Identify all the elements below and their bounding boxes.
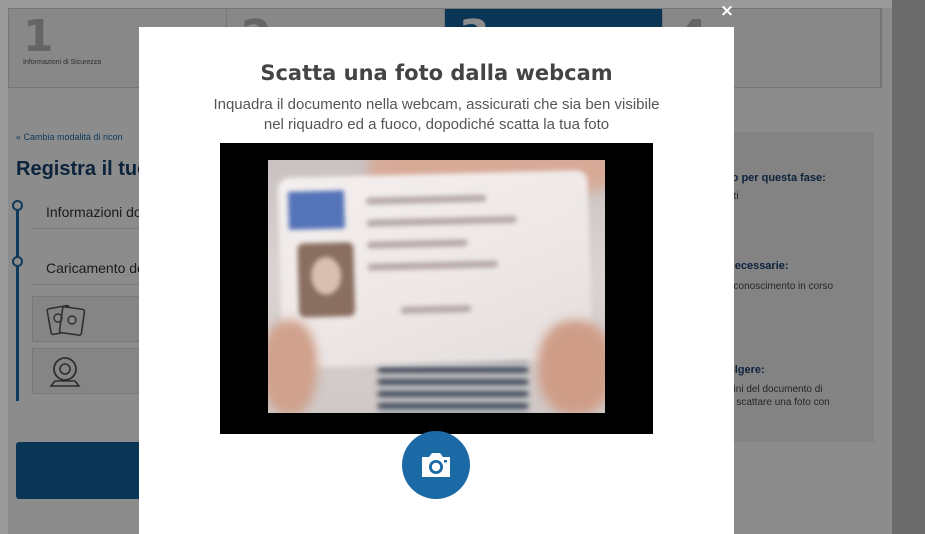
- side-text: riconoscimento in corso: [728, 281, 834, 292]
- timeline-divider: [32, 284, 152, 285]
- close-modal-button[interactable]: ×: [718, 2, 736, 20]
- page-left-margin: [0, 0, 8, 534]
- webcam-feed: [268, 160, 605, 413]
- card-text-line: [367, 260, 498, 271]
- timeline: [16, 206, 19, 401]
- timeline-dot: [12, 200, 23, 211]
- timeline-item-info[interactable]: Informazioni do: [46, 204, 142, 220]
- card-text-line: [366, 194, 487, 205]
- timeline-dot: [12, 256, 23, 267]
- card-text-line: [367, 239, 468, 249]
- step-number: 1: [23, 11, 54, 62]
- modal-subtitle: Inquadra il documento nella webcam, assi…: [213, 96, 660, 133]
- timeline-item-upload[interactable]: Caricamento do: [46, 260, 145, 276]
- side-heading: necessarie:: [728, 260, 789, 272]
- webcam-preview: [220, 143, 653, 434]
- thumb: [538, 320, 605, 413]
- step-label: Informazioni di Sicurezza: [23, 59, 102, 66]
- upload-document-option[interactable]: [32, 296, 152, 342]
- webcam-icon: [49, 357, 81, 387]
- capture-photo-button[interactable]: [402, 431, 470, 499]
- page-top-margin: [0, 0, 892, 8]
- register-title: Registra il tuo: [16, 158, 150, 180]
- page-scroll-area: [892, 0, 925, 534]
- card-signature: [400, 305, 472, 314]
- info-side-panel: to per questa fase: uti necessarie: rico…: [714, 132, 874, 442]
- card-flag: [287, 190, 345, 230]
- documents-icon: [46, 304, 86, 336]
- side-text: uti: [728, 190, 868, 203]
- card-text-line: [366, 215, 517, 227]
- side-heading: to per questa fase:: [728, 172, 826, 184]
- camera-icon: [422, 453, 450, 477]
- timeline-divider: [32, 228, 152, 229]
- change-method-link[interactable]: « Cambia modalità di ricon: [16, 132, 123, 142]
- webcam-modal: Scatta una foto dalla webcam Inquadra il…: [139, 27, 734, 534]
- modal-title: Scatta una foto dalla webcam: [260, 61, 613, 85]
- webcam-option[interactable]: [32, 348, 152, 394]
- continue-button[interactable]: [16, 442, 146, 499]
- finger: [268, 320, 317, 413]
- side-text: gini del documento di e scattare una fot…: [728, 384, 830, 408]
